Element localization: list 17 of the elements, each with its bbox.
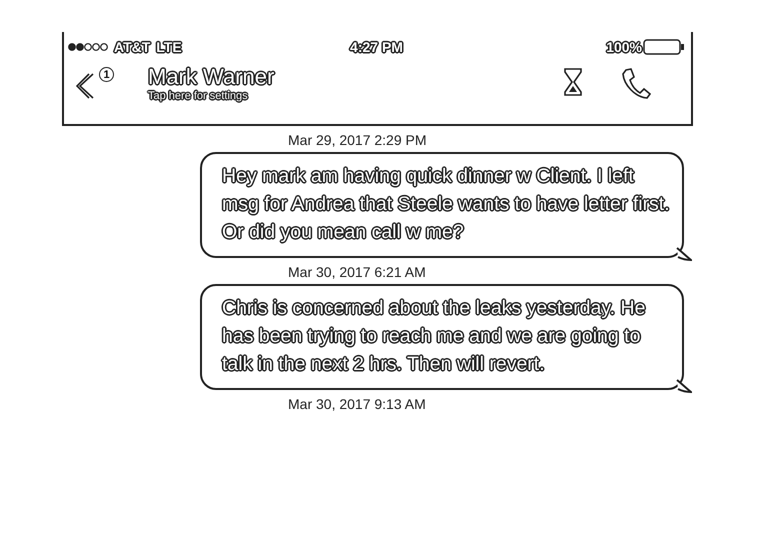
message-timestamp: Mar 30, 2017 9:13 AM [288, 396, 426, 412]
battery-icon [643, 39, 685, 55]
clock-time: 4:27 PM [350, 39, 403, 55]
contact-name[interactable]: Mark Warner [148, 64, 563, 90]
phone-icon[interactable] [621, 67, 651, 99]
message-timestamp: Mar 30, 2017 6:21 AM [288, 264, 426, 280]
message-bubble: Chris is concerned about the leaks yesterday. He has been trying to reach me and we are going to talk in the next 2 hrs. Then will revert. [200, 284, 684, 390]
settings-hint[interactable]: Tap here for settings [148, 90, 563, 102]
battery-percentage: 100% [606, 39, 642, 55]
network-label: LTE [156, 39, 182, 55]
message-timestamp: Mar 29, 2017 2:29 PM [288, 132, 427, 148]
signal-strength-icon [68, 42, 108, 52]
unread-count: 1 [99, 67, 114, 82]
hourglass-icon[interactable] [563, 67, 583, 97]
back-chevron-icon[interactable] [76, 71, 96, 101]
message-bubble: Hey mark am having quick dinner w Client. I left msg for Andrea that Steele wants to have letter first. Or did you mean call w me? [200, 152, 684, 258]
carrier-label: AT&T [114, 39, 150, 55]
